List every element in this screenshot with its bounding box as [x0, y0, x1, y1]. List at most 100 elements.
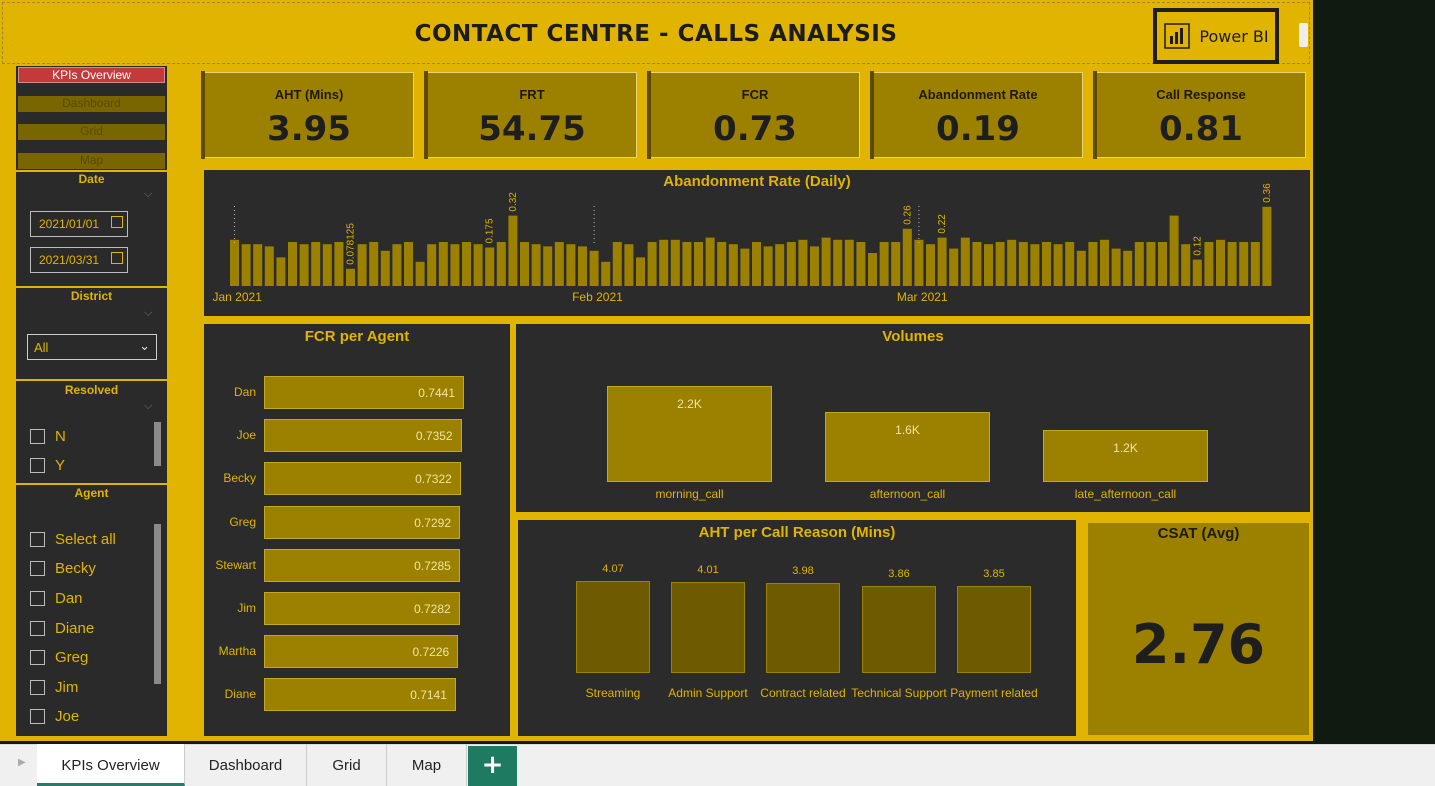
bar-2021-02-28[interactable]: [902, 228, 912, 286]
bar-afternoon_call[interactable]: 1.6K: [825, 412, 990, 482]
bar-2021-02-03[interactable]: [612, 242, 622, 286]
bar-2021-02-22[interactable]: [833, 239, 843, 286]
bar-2021-01-14[interactable]: [380, 250, 390, 286]
scroll-left-icon[interactable]: ▶: [18, 757, 26, 768]
bar-2021-01-21[interactable]: [462, 242, 471, 286]
bar-2021-02-01[interactable]: [589, 250, 599, 286]
bar-2021-03-30[interactable]: [1250, 242, 1260, 286]
bar-2021-01-16[interactable]: [404, 242, 413, 286]
calendar-icon[interactable]: [111, 216, 123, 228]
bar-2021-01-03[interactable]: [253, 244, 263, 286]
bar-2021-03-03[interactable]: [937, 237, 947, 286]
bar-2021-01-08[interactable]: [311, 242, 321, 286]
bar-contract-related[interactable]: [766, 583, 840, 673]
chevron-down-icon[interactable]: ⌵: [144, 306, 152, 320]
bar-2021-02-04[interactable]: [624, 244, 634, 286]
bar-2021-01-01[interactable]: [230, 239, 239, 286]
bar-2021-01-09[interactable]: [322, 244, 332, 286]
bar-2021-01-19[interactable]: [438, 242, 448, 286]
checkbox[interactable]: [30, 649, 45, 665]
date-start-input[interactable]: 2021/01/01: [30, 211, 128, 237]
bar-morning_call[interactable]: 2.2K: [607, 386, 772, 482]
bar-2021-01-29[interactable]: [554, 242, 564, 286]
checkbox[interactable]: [30, 457, 45, 473]
bar-jim[interactable]: 0.7282: [264, 592, 460, 625]
bar-late_afternoon_call[interactable]: 1.2K: [1043, 429, 1208, 482]
bar-2021-03-13[interactable]: [1053, 244, 1063, 286]
chevron-down-icon[interactable]: ⌵: [144, 187, 152, 201]
bar-2021-02-24[interactable]: [856, 242, 866, 286]
bar-2021-02-06[interactable]: [647, 242, 657, 286]
checkbox[interactable]: [30, 590, 45, 606]
bar-2021-02-18[interactable]: [786, 242, 796, 286]
bar-stewart[interactable]: 0.7285: [264, 548, 460, 582]
bar-2021-02-11[interactable]: [705, 237, 715, 286]
bar-2021-03-09[interactable]: [1007, 239, 1017, 286]
bar-2021-01-31[interactable]: [578, 246, 587, 286]
bar-2021-03-20[interactable]: [1134, 242, 1144, 286]
bar-2021-01-28[interactable]: [543, 246, 553, 286]
bar-2021-03-15[interactable]: [1076, 250, 1086, 286]
bar-martha[interactable]: 0.7226: [264, 635, 459, 669]
bar-2021-03-25[interactable]: [1192, 259, 1202, 286]
agent-option-select-all[interactable]: Select all: [30, 530, 116, 548]
agent-option-jim[interactable]: Jim: [30, 678, 78, 696]
agent-option-greg[interactable]: Greg: [30, 648, 88, 666]
bar-joe[interactable]: 0.7352: [264, 419, 462, 453]
scrollbar[interactable]: [154, 422, 161, 466]
date-end-input[interactable]: 2021/03/31: [30, 247, 128, 273]
bar-2021-02-20[interactable]: [810, 246, 819, 286]
calendar-icon[interactable]: [111, 252, 123, 264]
district-dropdown[interactable]: All ⌄: [27, 334, 157, 360]
bar-2021-01-22[interactable]: [473, 244, 483, 286]
bar-dan[interactable]: 0.7441: [264, 376, 464, 409]
bar-2021-01-17[interactable]: [415, 261, 425, 286]
resolved-option-y[interactable]: Y: [30, 456, 65, 474]
bar-2021-01-30[interactable]: [566, 244, 576, 286]
nav-dashboard[interactable]: Dashboard: [18, 96, 165, 112]
bar-greg[interactable]: 0.7292: [264, 505, 460, 539]
bar-2021-02-17[interactable]: [775, 244, 785, 286]
nav-kpis-overview[interactable]: KPIs Overview: [18, 67, 165, 83]
bar-2021-02-26[interactable]: [879, 242, 889, 286]
bar-2021-02-09[interactable]: [682, 242, 692, 286]
bar-2021-01-18[interactable]: [427, 244, 437, 286]
bar-2021-03-12[interactable]: [1042, 242, 1051, 286]
bar-2021-03-10[interactable]: [1018, 242, 1028, 286]
resolved-option-n[interactable]: N: [30, 427, 66, 445]
checkbox[interactable]: [30, 428, 45, 444]
bar-2021-03-07[interactable]: [984, 244, 993, 286]
checkbox[interactable]: [30, 560, 45, 576]
tab-map[interactable]: Map: [387, 744, 467, 786]
bar-streaming[interactable]: [576, 581, 650, 673]
scrollbar[interactable]: [154, 524, 161, 684]
chevron-down-icon[interactable]: ⌵: [144, 399, 152, 413]
bar-2021-03-04[interactable]: [949, 248, 959, 286]
checkbox[interactable]: [30, 620, 45, 636]
bar-2021-02-05[interactable]: [636, 257, 645, 286]
bar-2021-01-26[interactable]: [520, 242, 529, 286]
bar-2021-02-13[interactable]: [728, 244, 738, 286]
bar-2021-01-07[interactable]: [299, 244, 309, 286]
bar-2021-03-29[interactable]: [1239, 242, 1249, 286]
bar-2021-02-23[interactable]: [844, 239, 854, 286]
bar-2021-03-08[interactable]: [995, 242, 1005, 286]
bar-2021-03-17[interactable]: [1100, 239, 1109, 286]
bar-2021-01-20[interactable]: [450, 244, 460, 286]
bar-2021-01-13[interactable]: [369, 242, 379, 286]
bar-2021-03-28[interactable]: [1227, 242, 1237, 286]
bar-2021-01-02[interactable]: [241, 244, 251, 286]
bar-2021-03-24[interactable]: [1181, 244, 1191, 286]
bar-2021-03-23[interactable]: [1169, 215, 1179, 286]
bar-2021-03-18[interactable]: [1111, 248, 1121, 286]
bar-2021-02-27[interactable]: [891, 242, 901, 286]
agent-option-joe[interactable]: Joe: [30, 707, 79, 725]
bar-2021-01-15[interactable]: [392, 244, 402, 286]
bar-technical-support[interactable]: [862, 585, 936, 673]
tab-grid[interactable]: Grid: [307, 744, 387, 786]
bar-2021-02-12[interactable]: [717, 242, 727, 286]
bar-2021-01-24[interactable]: [496, 242, 506, 286]
bar-2021-03-27[interactable]: [1216, 239, 1225, 286]
bar-2021-01-27[interactable]: [531, 244, 541, 286]
bar-2021-02-19[interactable]: [798, 239, 808, 286]
